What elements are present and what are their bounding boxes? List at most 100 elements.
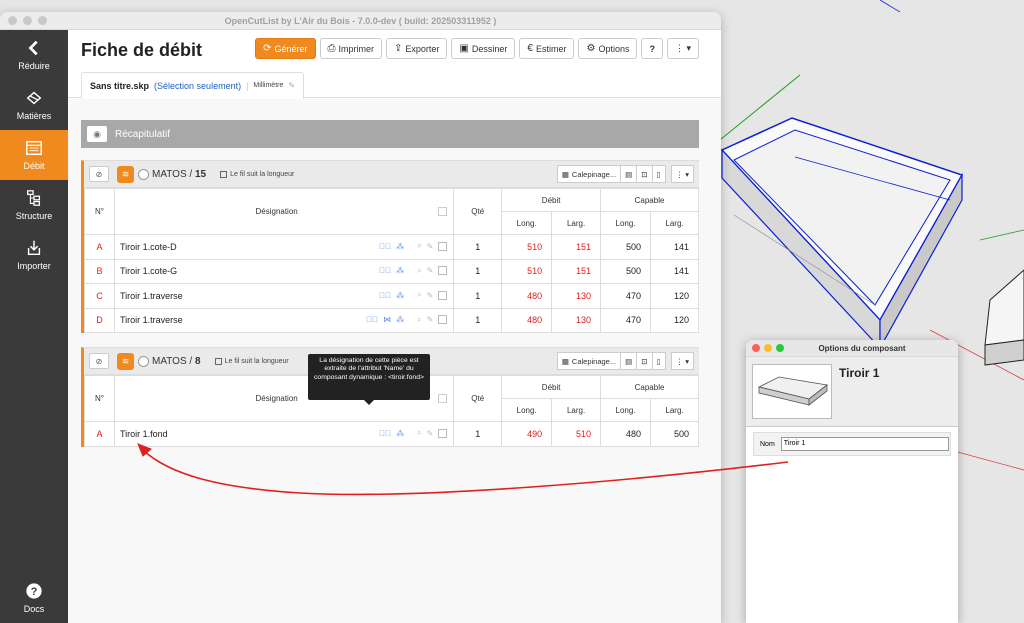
more-menu-button[interactable]: ⋮ ▾ xyxy=(666,38,699,59)
table-row[interactable]: A Tiroir 1.cote-D ⊳⃒ ⁂ ⌕ ✎ 1 510 151 500 14… xyxy=(84,234,699,260)
magnifier-icon[interactable]: ⌕ xyxy=(417,241,421,251)
part-qty: 1 xyxy=(453,258,503,284)
row-checkbox[interactable] xyxy=(438,428,448,438)
row-checkbox[interactable] xyxy=(438,290,448,300)
group-select-radio[interactable] xyxy=(138,168,149,180)
print-button[interactable]: ⎙ Imprimer xyxy=(319,38,383,59)
pencil-icon[interactable]: ✎ xyxy=(427,291,434,300)
length-header[interactable]: Long. xyxy=(600,398,652,422)
row-checkbox[interactable] xyxy=(438,241,448,251)
dimension-icon[interactable]: ⊳⃒ xyxy=(379,291,391,300)
qty-header[interactable]: Qté xyxy=(453,375,503,422)
magnifier-icon[interactable]: ⌕ xyxy=(417,290,421,300)
group-header[interactable]: ⊘ ≋ MATOS / 15 Le fil suit la longueur ▦… xyxy=(84,161,699,188)
close-window-button[interactable] xyxy=(8,16,17,25)
dimension-icon[interactable]: ⊳⃒ xyxy=(379,242,391,251)
close-options-button[interactable] xyxy=(752,344,760,352)
row-checkbox[interactable] xyxy=(438,315,448,324)
mirror-icon[interactable]: ⋈ xyxy=(383,315,391,324)
generate-button[interactable]: ⟳ Générer xyxy=(255,38,316,59)
sidebar-item-cutlist[interactable]: Débit xyxy=(0,130,68,180)
help-button[interactable]: ? xyxy=(641,38,663,59)
pencil-icon[interactable]: ✎ xyxy=(427,242,434,251)
table-row[interactable]: A Tiroir 1.fond ⊳⃒ ⁂ ⌕ ✎ 1 490 510 480 500 xyxy=(84,421,699,447)
dynamic-component-icon[interactable]: ⁂ xyxy=(396,429,404,438)
sidebar-item-import[interactable]: Importer xyxy=(0,230,68,280)
select-all-checkbox[interactable] xyxy=(438,207,448,216)
select-all-checkbox[interactable] xyxy=(438,394,448,403)
sidebar-item-materials[interactable]: Matières xyxy=(0,80,68,130)
draw-button[interactable]: ▣ Dessiner xyxy=(451,38,516,59)
pencil-icon[interactable]: ✎ xyxy=(288,81,295,90)
grain-label: Le fil suit la longueur xyxy=(224,357,289,365)
estimate-button[interactable]: € Estimer xyxy=(519,38,575,59)
magnifier-icon[interactable]: ⌕ xyxy=(417,315,421,325)
calepinage-button[interactable]: ▦ Calepinage... xyxy=(556,165,622,183)
number-header[interactable]: N° xyxy=(84,188,115,235)
cutting-diagram-button[interactable]: ▤ xyxy=(620,165,638,183)
options-titlebar[interactable]: Options du composant xyxy=(746,340,958,357)
eye-icon[interactable]: ◉ xyxy=(87,126,107,142)
part-name-cell[interactable]: Tiroir 1.traverse ⊳⃒ ⋈ ⁂ ⌕ ✎ xyxy=(113,307,455,333)
magnifier-icon[interactable]: ⌕ xyxy=(417,428,421,438)
group-name: MATOS / 15 xyxy=(152,168,207,180)
labels-button[interactable]: ⊡ xyxy=(636,165,653,183)
calepinage-button[interactable]: ▦ Calepinage... xyxy=(556,352,622,370)
minimize-window-button[interactable] xyxy=(23,16,32,25)
cutlist-scroll-area[interactable]: ◉ Récapitulatif ⊘ ≋ MATOS / 15 Le fil su… xyxy=(68,99,721,623)
part-name-cell[interactable]: Tiroir 1.traverse ⊳⃒ ⁂ ⌕ ✎ xyxy=(113,283,455,309)
group-more-button[interactable]: ⋮ ▾ xyxy=(670,352,694,370)
sidebar-item-structure[interactable]: Structure xyxy=(0,180,68,230)
document-icon: ▯ xyxy=(656,169,661,179)
table-row[interactable]: C Tiroir 1.traverse ⊳⃒ ⁂ ⌕ ✎ 1 480 130 470 … xyxy=(84,283,699,309)
part-name-cell[interactable]: Tiroir 1.cote-G ⊳⃒ ⁂ ⌕ ✎ xyxy=(113,258,455,284)
minimize-options-button[interactable] xyxy=(764,344,772,352)
qty-header[interactable]: Qté xyxy=(453,188,503,235)
eye-slash-icon[interactable]: ⊘ xyxy=(89,166,109,182)
export-button[interactable]: ⇪ Exporter xyxy=(386,38,448,59)
zoom-options-button[interactable] xyxy=(776,344,784,352)
dimension-icon[interactable]: ⊳⃒ xyxy=(379,266,391,275)
dynamic-component-icon[interactable]: ⁂ xyxy=(396,242,404,251)
sidebar-item-reduce[interactable]: Réduire xyxy=(0,30,68,80)
part-name-cell[interactable]: Tiroir 1.cote-D ⊳⃒ ⁂ ⌕ ✎ xyxy=(113,234,455,260)
sidebar-item-docs[interactable]: ? Docs xyxy=(0,573,68,623)
dimension-icon[interactable]: ⊳⃒ xyxy=(379,429,391,438)
table-row[interactable]: B Tiroir 1.cote-G ⊳⃒ ⁂ ⌕ ✎ 1 510 151 500 14… xyxy=(84,258,699,284)
cut-width-header[interactable]: Larg. xyxy=(551,211,602,235)
cut-length-header[interactable]: Long. xyxy=(501,398,553,422)
group-select-radio[interactable] xyxy=(138,355,149,367)
dynamic-component-icon[interactable]: ⁂ xyxy=(396,315,404,324)
report-button[interactable]: ▯ xyxy=(651,165,666,183)
cut-length-header[interactable]: Long. xyxy=(501,211,553,235)
report-button[interactable]: ▯ xyxy=(651,352,666,370)
part-name-cell[interactable]: Tiroir 1.fond ⊳⃒ ⁂ ⌕ ✎ xyxy=(113,421,455,447)
file-tab[interactable]: Sans titre.skp (Sélection seulement) | M… xyxy=(81,72,305,99)
cutting-diagram-button[interactable]: ▤ xyxy=(620,352,638,370)
name-field-input[interactable]: Tiroir 1 xyxy=(780,437,949,451)
cut-width-header[interactable]: Larg. xyxy=(551,398,602,422)
summary-header[interactable]: ◉ Récapitulatif xyxy=(81,120,699,148)
length-header[interactable]: Long. xyxy=(600,211,652,235)
group-more-button[interactable]: ⋮ ▾ xyxy=(670,165,694,183)
selection-only-link[interactable]: (Sélection seulement) xyxy=(154,81,241,91)
pencil-icon[interactable]: ✎ xyxy=(427,429,434,438)
table-row[interactable]: D Tiroir 1.traverse ⊳⃒ ⋈ ⁂ ⌕ ✎ 1 480 130 470… xyxy=(84,307,699,333)
width-header[interactable]: Larg. xyxy=(650,211,699,235)
designation-header[interactable]: Désignation xyxy=(113,188,455,235)
pencil-icon[interactable]: ✎ xyxy=(427,315,434,324)
window-titlebar[interactable]: OpenCutList by L'Air du Bois - 7.0.0-dev… xyxy=(0,12,721,30)
eye-slash-icon[interactable]: ⊘ xyxy=(89,353,109,369)
dynamic-component-icon[interactable]: ⁂ xyxy=(396,291,404,300)
magnifier-icon[interactable]: ⌕ xyxy=(417,266,421,276)
zoom-window-button[interactable] xyxy=(38,16,47,25)
options-button[interactable]: ⚙ Options xyxy=(578,38,638,59)
pencil-icon[interactable]: ✎ xyxy=(427,266,434,275)
width-header[interactable]: Larg. xyxy=(650,398,699,422)
dynamic-component-icon[interactable]: ⁂ xyxy=(396,266,404,275)
row-checkbox[interactable] xyxy=(438,266,448,275)
dimension-icon[interactable]: ⊳⃒ xyxy=(366,315,378,324)
number-header[interactable]: N° xyxy=(84,375,115,422)
part-letter: D xyxy=(84,307,115,333)
labels-button[interactable]: ⊡ xyxy=(636,352,653,370)
